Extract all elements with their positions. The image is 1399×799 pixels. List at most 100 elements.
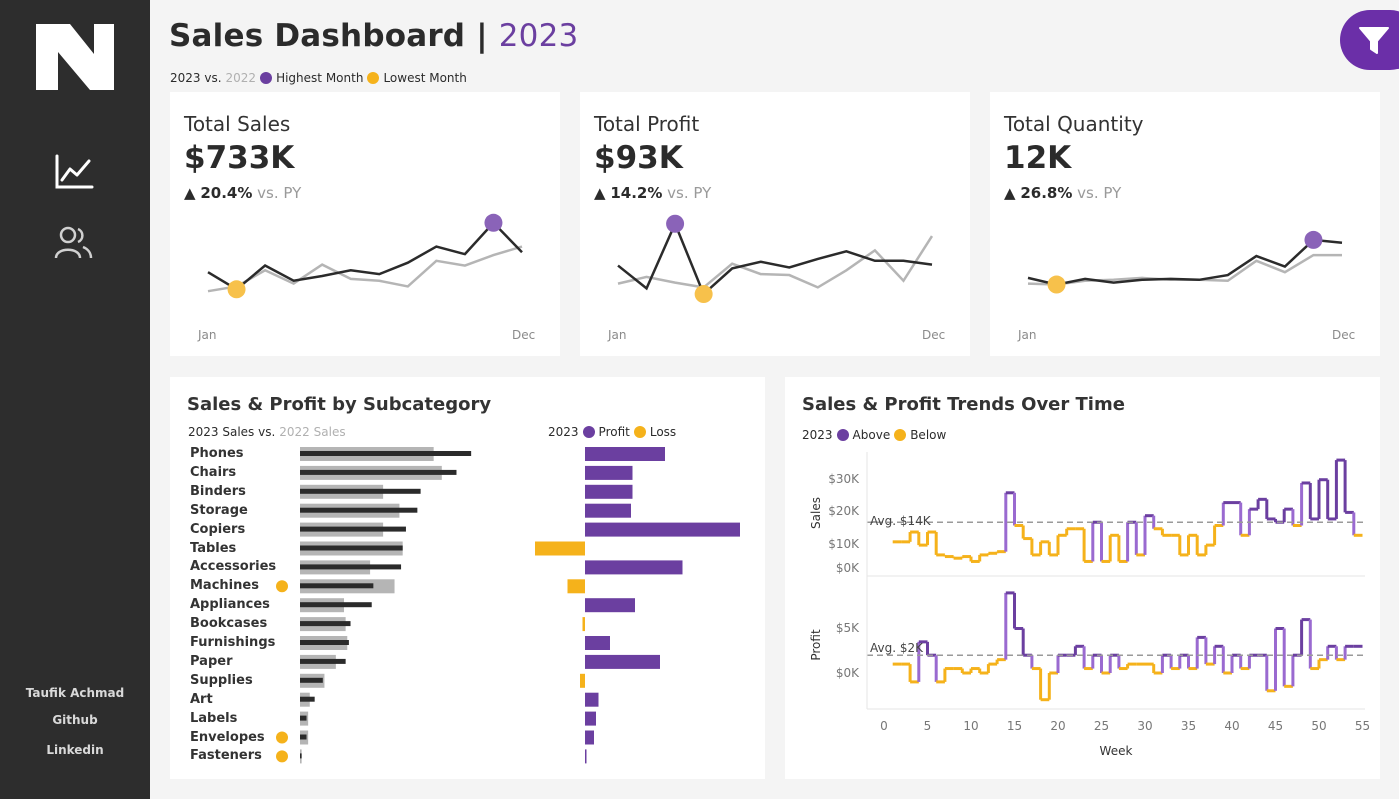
kpi-title: Total Profit (594, 112, 700, 136)
sales-2023-bar (300, 564, 402, 570)
profit-bar (585, 711, 596, 726)
profit-bar (585, 692, 599, 707)
previous-year-line (207, 245, 523, 293)
sales-2023-bar (300, 715, 307, 721)
kpi-delta: ▲ 20.4% vs. PY (184, 184, 301, 202)
kpi-sparkline: Jan Dec (197, 213, 535, 342)
sales-2023-bar (300, 583, 374, 589)
y-tick-label: $0K (836, 666, 860, 680)
filter-button[interactable] (1340, 10, 1399, 70)
profit-axis-title: Profit (809, 629, 823, 661)
x-tick-label: 50 (1311, 719, 1326, 733)
sales-2023-bar (300, 469, 457, 475)
profit-bar (585, 447, 665, 461)
sales-2023-bar (300, 621, 351, 627)
x-axis-title: Week (1100, 744, 1133, 758)
sales-2023-bar (300, 545, 403, 551)
legend-lowest: Lowest Month (383, 71, 467, 85)
users-icon[interactable] (54, 225, 94, 261)
profit-bar (585, 654, 660, 669)
lowest-month-marker (694, 285, 713, 304)
sales-2023-bar (300, 488, 421, 494)
highest-month-marker (1304, 230, 1323, 249)
kpi-sparkline: Jan Dec (1017, 230, 1355, 342)
current-year-line (617, 220, 933, 297)
sales-2023-bar (300, 734, 307, 740)
github-link[interactable]: Github (0, 713, 150, 727)
legend-2023: 2023 vs. (170, 71, 222, 85)
legend-highest: Highest Month (276, 71, 364, 85)
highest-month-marker (666, 214, 685, 233)
x-tick-label: Jan (607, 328, 627, 342)
x-tick-label: Jan (1017, 328, 1037, 342)
x-tick-label: 0 (880, 719, 888, 733)
profit-bar (585, 730, 594, 745)
x-tick-label: 15 (1007, 719, 1022, 733)
author-name: Taufik Achmad (25, 686, 125, 700)
highest-month-marker (484, 213, 503, 232)
x-tick-label: 55 (1355, 719, 1370, 733)
x-tick-label: 5 (924, 719, 932, 733)
filter-icon (1359, 27, 1389, 54)
profit-bar (535, 541, 585, 556)
kpi-title: Total Quantity (1004, 112, 1144, 136)
x-tick-label: Jan (197, 328, 217, 342)
trends-card: Sales & Profit Trends Over Time 2023 Abo… (785, 377, 1380, 779)
x-tick-label: 40 (1224, 719, 1239, 733)
profit-bar (585, 598, 635, 613)
sales-2023-bar (300, 658, 346, 664)
sales-2023-bar (300, 526, 406, 532)
profit-bar (580, 673, 585, 688)
sidebar: Taufik Achmad Github Linkedin (0, 0, 150, 799)
legend-2022: 2022 (225, 71, 257, 85)
x-tick-label: 10 (963, 719, 978, 733)
linkedin-link[interactable]: Linkedin (0, 743, 150, 757)
kpi-delta-vs: vs. PY (1077, 184, 1122, 202)
profit-bar (567, 579, 585, 594)
x-tick-label: 25 (1094, 719, 1109, 733)
brand-logo[interactable] (36, 24, 114, 90)
profit-bar (585, 465, 633, 480)
kpi-value: $733K (184, 140, 295, 176)
sales-2023-bar (300, 451, 472, 456)
highest-month-dot (260, 72, 273, 84)
line-chart-icon[interactable] (54, 154, 94, 190)
sales-2023-bar (300, 753, 302, 759)
kpi-title: Total Sales (184, 112, 291, 136)
sales-2023-bar (300, 677, 323, 683)
kpi-delta-value: 14.2% (610, 184, 663, 202)
page-title: Sales Dashboard | 2023 (169, 18, 578, 54)
page-title-year: 2023 (498, 18, 579, 54)
loss-flag-marker (276, 750, 288, 763)
sales-2023-bar (300, 602, 372, 608)
y-tick-label: $5K (836, 621, 860, 635)
sales-2023-bar (300, 696, 315, 702)
subcategory-chart (276, 447, 740, 764)
y-tick-label: $20K (828, 504, 860, 518)
y-tick-label: $0K (836, 561, 860, 575)
y-tick-label: $10K (828, 537, 860, 551)
profit-bar (585, 749, 587, 764)
profit-average-label: Avg. $2K (870, 641, 924, 655)
x-tick-label: Dec (1332, 328, 1355, 342)
x-tick-label: 45 (1268, 719, 1283, 733)
kpi-card: Total Sales $733K ▲ 20.4% vs. PY Jan Dec (170, 92, 560, 356)
kpi-delta: ▲ 14.2% vs. PY (594, 184, 711, 202)
lowest-month-marker (1047, 275, 1066, 294)
up-arrow-icon: ▲ (594, 184, 606, 202)
x-tick-label: 35 (1181, 719, 1196, 733)
profit-bar (585, 636, 610, 650)
page-title-text: Sales Dashboard | (169, 18, 488, 54)
profit-bar (585, 522, 740, 537)
sales-2023-bar (300, 507, 418, 513)
profit-bar (585, 503, 631, 518)
kpi-delta-vs: vs. PY (667, 184, 712, 202)
up-arrow-icon: ▲ (1004, 184, 1016, 202)
kpi-delta-value: 20.4% (200, 184, 253, 202)
profit-bar (585, 484, 633, 499)
trends-chart: Avg. $14K Avg. $2K $30K $20K $10K $0K $5K $0K 0 5… (809, 452, 1370, 758)
sales-2023-bar (300, 640, 349, 645)
loss-flag-marker (276, 580, 288, 593)
current-year-line (1027, 238, 1343, 286)
y-tick-label: $30K (828, 472, 860, 486)
